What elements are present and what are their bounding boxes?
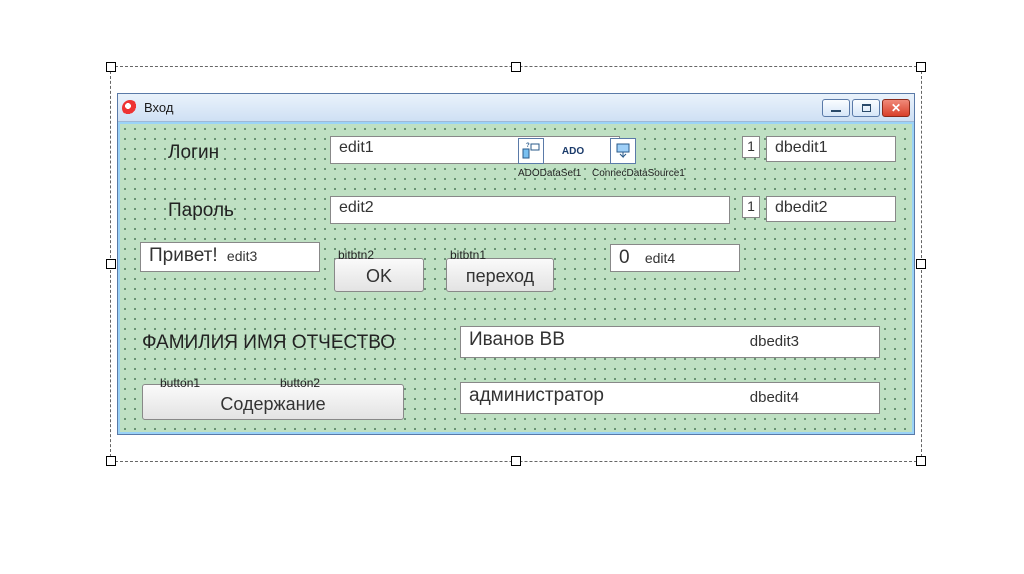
label-greeting: Привет! — [149, 245, 218, 266]
dbedit1[interactable]: dbedit1 — [766, 136, 896, 162]
resize-handle-ml[interactable] — [106, 259, 116, 269]
resize-handle-mr[interactable] — [916, 259, 926, 269]
button2-name: button2 — [280, 376, 320, 390]
bitbtn1-name: bitbtn1 — [450, 248, 486, 262]
resize-handle-bl[interactable] — [106, 456, 116, 466]
edit3-name: edit3 — [227, 248, 257, 264]
adoconnection-icon[interactable]: ADO — [560, 138, 586, 164]
label-fio: ФАМИЛИЯ ИМЯ ОТЧЕСТВО — [142, 332, 395, 354]
button1-name: button1 — [160, 376, 200, 390]
maximize-button[interactable] — [852, 99, 880, 117]
label-login: Логин — [168, 142, 219, 164]
close-button[interactable]: ✕ — [882, 99, 910, 117]
form-body[interactable]: Логин edit1 ? ADO ADODataSet1 — [118, 122, 914, 434]
resize-handle-tl[interactable] — [106, 62, 116, 72]
greeting-edit[interactable]: Привет! edit3 — [140, 242, 320, 272]
edit2[interactable]: edit2 — [330, 196, 730, 224]
svg-text:?: ? — [526, 143, 530, 149]
resize-handle-tm[interactable] — [511, 62, 521, 72]
datasource-label: ConnecDataSource1 — [592, 168, 685, 179]
resize-handle-tr[interactable] — [916, 62, 926, 72]
adodataset-label: ADODataSet1 — [518, 168, 581, 179]
minimize-button[interactable] — [822, 99, 850, 117]
titlebar[interactable]: Вход ✕ — [118, 94, 914, 122]
designer-selection[interactable]: Вход ✕ Логин edit1 ? ADO — [110, 66, 922, 462]
resize-handle-br[interactable] — [916, 456, 926, 466]
bitbtn2[interactable]: OK — [334, 258, 424, 292]
dbedit2[interactable]: dbedit2 — [766, 196, 896, 222]
close-icon: ✕ — [891, 101, 901, 115]
dbedit2-index[interactable]: 1 — [742, 196, 760, 218]
resize-handle-bm[interactable] — [511, 456, 521, 466]
form-window: Вход ✕ Логин edit1 ? ADO — [117, 93, 915, 435]
edit4[interactable]: 0 edit4 — [610, 244, 740, 272]
datasource-icon[interactable] — [610, 138, 636, 164]
dbedit4[interactable]: администратор dbedit4 — [460, 382, 880, 414]
bitbtn2-name: bitbtn2 — [338, 248, 374, 262]
bitbtn1[interactable]: переход — [446, 258, 554, 292]
app-icon — [122, 100, 138, 116]
label-password: Пароль — [168, 200, 234, 222]
adodataset-icon[interactable]: ? — [518, 138, 544, 164]
dbedit3[interactable]: Иванов ВВ dbedit3 — [460, 326, 880, 358]
edit1-value: edit1 — [339, 139, 374, 156]
window-title: Вход — [144, 100, 173, 115]
dbedit1-index[interactable]: 1 — [742, 136, 760, 158]
